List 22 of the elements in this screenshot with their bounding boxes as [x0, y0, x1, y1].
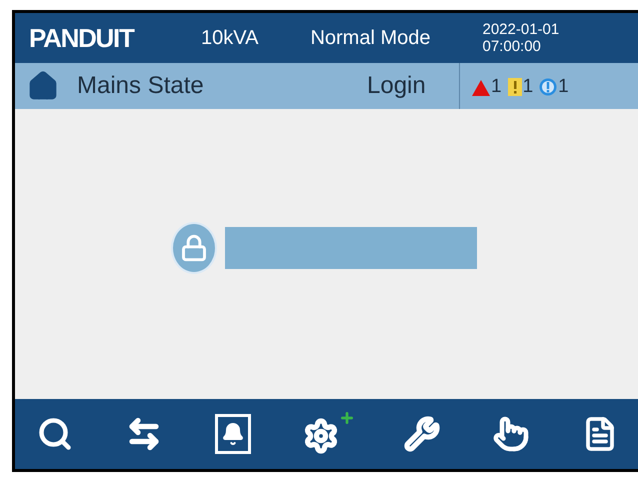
- plus-icon: [339, 410, 356, 426]
- search-icon: [37, 416, 73, 452]
- alarm-count: 1: [522, 76, 534, 96]
- bell-icon: [214, 414, 251, 454]
- alarm-count: 1: [558, 76, 569, 96]
- time-label: 07:00:00: [482, 38, 542, 55]
- lock-icon: [170, 222, 216, 274]
- logo: PANDUIT: [29, 25, 136, 51]
- exclamation-circle-icon: [539, 78, 558, 96]
- home-icon[interactable]: [27, 70, 59, 102]
- wrench-icon: [404, 416, 440, 452]
- mode-label: Normal Mode: [310, 26, 430, 51]
- date-label: 2022-01-01: [482, 21, 560, 38]
- alarm-count: 1: [491, 76, 502, 96]
- capacity-label: 10kVA: [201, 26, 258, 51]
- warning-triangle-icon: [472, 80, 490, 96]
- gear-icon: [303, 418, 340, 454]
- exclamation-square-icon: [508, 78, 522, 96]
- password-field[interactable]: [224, 227, 476, 269]
- hand-pointer-icon: [493, 416, 530, 452]
- login-button[interactable]: Login: [367, 68, 459, 104]
- page-title: Mains State: [77, 71, 205, 101]
